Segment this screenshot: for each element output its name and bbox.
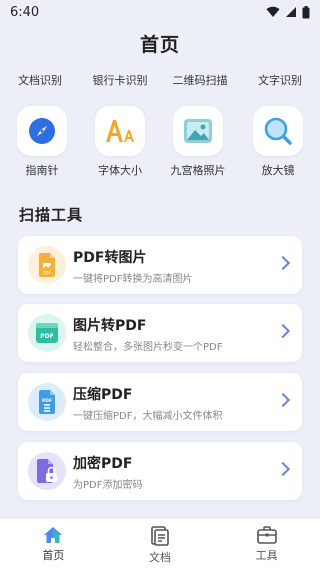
tool-title: 图片转PDF <box>73 318 147 334</box>
feature-text-recognition[interactable]: 文字识别 <box>240 72 320 88</box>
section-title-scan-tools: 扫描工具 <box>19 206 84 224</box>
font-size-icon <box>95 106 145 156</box>
status-bar: 6:40 <box>0 0 320 24</box>
tool-title: 加密PDF <box>73 456 133 472</box>
chevron-right-icon <box>275 255 291 271</box>
nav-item-document[interactable]: 文档 <box>107 518 214 568</box>
tool-card-pdf-to-image[interactable]: PDF PDF转图片 一键将PDF转换为高清图片 <box>18 236 302 294</box>
tool-desc: 轻松整合，多张图片秒变一个PDF <box>73 342 223 353</box>
grid-photo-icon <box>173 106 223 156</box>
nav-item-home[interactable]: 首页 <box>0 518 107 568</box>
grid-item-font-size[interactable]: 字体大小 <box>80 106 160 178</box>
nav-label-toolbox: 工具 <box>255 549 278 562</box>
feature-row-top: 文档识别 银行卡识别 二维码扫描 文字识别 <box>0 72 320 94</box>
bottom-nav: 首页 文档 工具 <box>0 517 320 568</box>
tools-grid: 指南针 字体大小 九宫格照片 放大镜 <box>0 106 320 186</box>
magnifier-icon <box>253 106 303 156</box>
tool-card-compress-pdf[interactable]: PDF 压缩PDF 一键压缩PDF，大幅减小文件体积 <box>18 373 302 431</box>
compress-pdf-icon: PDF <box>28 383 66 421</box>
chevron-right-icon <box>275 461 291 477</box>
chevron-right-icon <box>275 323 291 339</box>
svg-text:PDF: PDF <box>40 333 53 340</box>
tool-desc: 为PDF添加密码 <box>73 480 143 491</box>
document-icon <box>151 526 169 546</box>
tool-title: 压缩PDF <box>73 387 133 403</box>
image-to-pdf-icon: PDF <box>28 314 66 352</box>
toolbox-icon <box>256 526 277 544</box>
tool-card-image-to-pdf[interactable]: PDF 图片转PDF 轻松整合，多张图片秒变一个PDF <box>18 304 302 362</box>
feature-bankcard-recognition[interactable]: 银行卡识别 <box>80 72 160 88</box>
wifi-icon <box>266 6 280 18</box>
pdf-to-image-icon: PDF <box>28 246 66 284</box>
tool-desc: 一键将PDF转换为高清图片 <box>73 274 193 285</box>
home-icon <box>44 527 63 543</box>
grid-label-compass: 指南针 <box>25 164 59 177</box>
grid-label-magnifier: 放大镜 <box>261 164 295 177</box>
feature-doc-recognition[interactable]: 文档识别 <box>0 72 80 88</box>
tool-title: PDF转图片 <box>73 250 147 266</box>
grid-label-font-size: 字体大小 <box>98 164 142 177</box>
grid-item-magnifier[interactable]: 放大镜 <box>238 106 318 178</box>
nav-label-home: 首页 <box>42 549 65 562</box>
nav-label-document: 文档 <box>149 551 171 564</box>
encrypt-pdf-icon <box>28 452 66 490</box>
chevron-right-icon <box>275 392 291 408</box>
svg-text:PDF: PDF <box>43 271 51 276</box>
grid-item-compass[interactable]: 指南针 <box>2 106 82 178</box>
status-time: 6:40 <box>10 4 40 20</box>
grid-item-grid-photo[interactable]: 九宫格照片 <box>158 106 238 178</box>
compass-icon <box>17 106 67 156</box>
svg-text:PDF: PDF <box>42 398 52 404</box>
status-icons <box>266 5 310 19</box>
tool-card-encrypt-pdf[interactable]: 加密PDF 为PDF添加密码 <box>18 442 302 500</box>
nav-item-toolbox[interactable]: 工具 <box>213 518 320 568</box>
feature-qrcode-scan[interactable]: 二维码扫描 <box>160 72 240 88</box>
battery-icon <box>302 5 310 18</box>
signal-icon <box>286 7 296 17</box>
tool-desc: 一键压缩PDF，大幅减小文件体积 <box>73 411 223 422</box>
grid-label-grid-photo: 九宫格照片 <box>170 164 226 177</box>
page-title: 首页 <box>139 34 180 56</box>
